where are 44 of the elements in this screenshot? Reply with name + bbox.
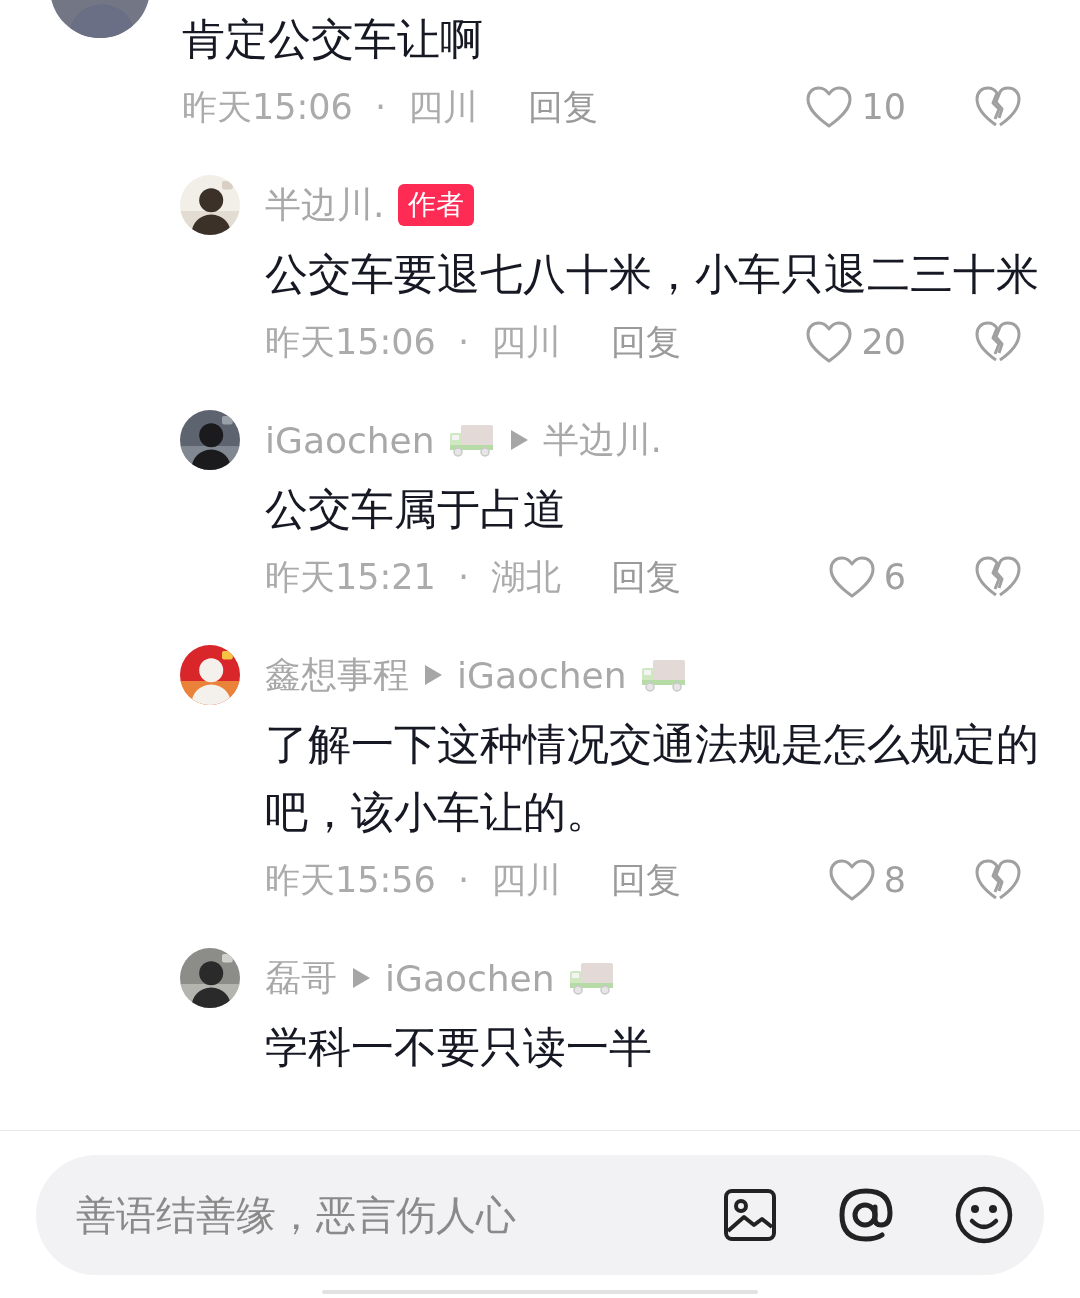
comment-text: 公交车要退七八十米，小车只退二三十米 [265,248,1040,301]
broken-heart-icon[interactable] [974,85,1022,129]
play-arrow-icon [423,664,443,686]
truck-icon [448,423,495,457]
comment-text: 肯定公交车让啊 [182,13,484,66]
comment-time: 昨天15:21 [265,555,436,599]
reply-button[interactable]: 回复 [528,83,598,131]
user-name[interactable]: iGaochen [265,419,435,461]
play-arrow-icon [508,429,529,451]
comment-location: 湖北 [491,555,561,599]
broken-heart-icon[interactable] [974,858,1022,902]
like-button[interactable]: 10 [805,85,906,129]
comment-time: 昨天15:06 [182,85,353,129]
comment-location: 四川 [408,85,478,129]
broken-heart-icon[interactable] [974,320,1022,364]
comment-text: 公交车属于占道 [265,483,567,536]
comment-location: 四川 [491,320,561,364]
separator-dot: · [457,322,469,362]
truck-icon [640,658,687,692]
comment-location: 四川 [491,858,561,902]
user-name[interactable]: iGaochen [457,654,627,696]
emoji-icon[interactable] [954,1185,1014,1245]
author-tag: 作者 [398,184,475,226]
broken-heart-icon[interactable] [974,555,1022,599]
reply-button[interactable]: 回复 [611,553,681,601]
like-button[interactable]: 20 [805,320,906,364]
comment-text: 了解一下这种情况交通法规是怎么规定的吧，该小车让的。 [265,718,1040,839]
reply-button[interactable]: 回复 [611,318,681,366]
truck-icon [568,961,615,995]
separator-dot: · [374,87,386,127]
image-icon[interactable] [722,1187,778,1243]
user-name[interactable]: 鑫想事程 [265,650,409,700]
comment-input[interactable]: 善语结善缘，恶言伤人心 [74,1191,664,1239]
user-name[interactable]: 磊哥 [265,953,337,1003]
separator-dot: · [457,557,469,597]
comment-time: 昨天15:56 [265,858,436,902]
user-name[interactable]: 半边川. [265,180,385,230]
separator-dot: · [457,860,469,900]
user-name[interactable]: 半边川. [542,415,662,465]
play-arrow-icon [351,967,371,989]
reply-button[interactable]: 回复 [611,856,681,904]
user-name[interactable]: iGaochen [385,957,555,999]
comment-time: 昨天15:06 [265,320,436,364]
comment-text: 学科一不要只读一半 [265,1021,653,1074]
